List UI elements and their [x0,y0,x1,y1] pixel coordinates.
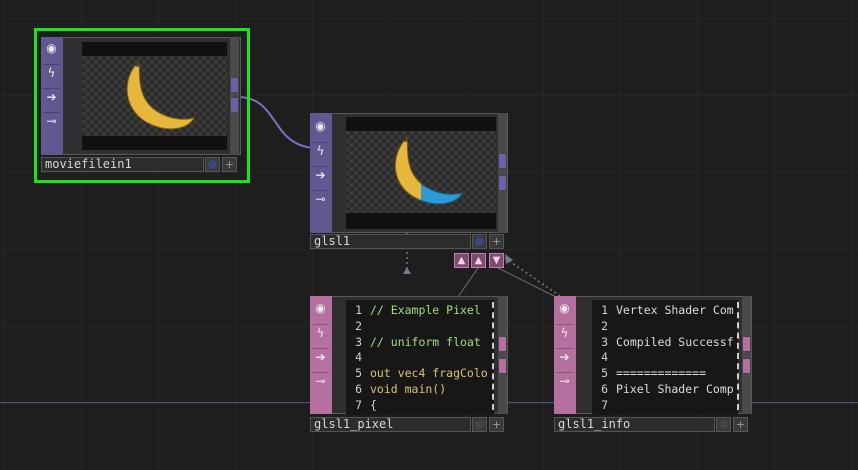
info-viewer: 1 Vertex Shader Com 2 3 Compiled Successf 4 5 =… [592,300,738,415]
wire-info-dock [504,257,561,297]
viewer-icon[interactable]: ◉ [556,300,573,317]
line-number: 6 [601,381,608,396]
viewer-icon[interactable]: ◉ [312,118,329,135]
display-flag-button[interactable] [205,157,220,172]
line-number: 5 [355,366,362,381]
node-flags-strip: ◉ ϟ ➔ ⊸ [41,37,63,155]
code-viewer: 1 // Example Pixel 2 3 // uniform float 4 5 out… [346,300,494,415]
cook-icon[interactable]: ➔ [312,348,329,366]
output-connector[interactable] [498,336,507,352]
line-text: void main() [370,381,447,396]
lock-icon[interactable]: ⊸ [312,372,329,390]
line-number: 1 [601,303,608,317]
output-connector[interactable] [230,97,239,113]
output-connector[interactable] [498,175,507,191]
line-number: 2 [355,318,362,333]
code-line: 4 [592,350,738,366]
bypass-icon[interactable]: ϟ [556,324,573,342]
line-number: 3 [355,334,362,349]
line-number: 4 [355,350,362,365]
viewer-icon[interactable]: ◉ [43,40,60,57]
node-name-label[interactable]: glsl1 [310,234,471,249]
line-text: out vec4 fragColo [370,366,488,381]
line-number: 7 [601,397,608,412]
code-line: 5 ============= [592,366,738,382]
docked-down-icon[interactable]: ▼ [489,253,504,268]
bypass-icon[interactable]: ϟ [43,64,60,82]
line-number: 3 [601,334,608,349]
line-number: 1 [355,303,362,317]
code-line: 5 out vec4 fragColo [346,366,494,382]
node-name-label[interactable]: moviefilein1 [41,157,204,172]
node-flags-strip: ◉ ϟ ➔ ⊸ [554,296,576,414]
node-name-label[interactable]: glsl1_info [554,417,715,432]
link-pixel [457,267,479,298]
cook-icon[interactable]: ➔ [43,88,60,106]
code-line: 6 void main() [346,382,494,398]
line-text: Pixel Shader Comp [616,381,734,396]
line-text: // uniform float [370,334,481,349]
code-line: 2 [592,319,738,335]
display-flag-button[interactable] [472,417,487,432]
node-viewer [82,42,227,150]
line-text: Vertex Shader Com [616,303,734,317]
viewer-icon[interactable]: ◉ [312,300,329,317]
node-flags-strip: ◉ ϟ ➔ ⊸ [310,296,332,414]
output-connector[interactable] [498,358,507,374]
code-line: 7{ [346,398,494,414]
code-line: 7 [592,398,738,414]
output-connector[interactable] [498,153,507,169]
wire-moviefilein-to-glsl [237,96,319,149]
docked-up-icon[interactable]: ▲ [471,253,486,268]
code-line: 1 Vertex Shader Com [592,303,738,319]
output-connector[interactable] [742,358,751,374]
lock-icon[interactable]: ⊸ [312,190,329,208]
line-text: { [370,397,377,412]
display-flag-button[interactable] [716,417,731,432]
line-text: ============= [616,366,707,381]
add-icon[interactable]: + [222,157,237,172]
display-flag-button[interactable] [472,234,487,249]
node-name-label[interactable]: glsl1_pixel [310,417,471,432]
output-connector[interactable] [230,77,239,93]
code-line: 4 [346,350,494,366]
line-text: Compiled Successf [616,334,734,349]
cook-icon[interactable]: ➔ [312,166,329,184]
add-icon[interactable]: + [489,417,504,432]
bypass-icon[interactable]: ϟ [312,142,329,160]
code-line: 2 [346,319,494,335]
line-number: 6 [355,381,362,396]
line-number: 4 [601,350,608,365]
lock-icon[interactable]: ⊸ [556,372,573,390]
node-flags-strip: ◉ ϟ ➔ ⊸ [310,113,332,233]
bypass-icon[interactable]: ϟ [312,324,329,342]
code-line: 1 // Example Pixel [346,303,494,319]
output-connector[interactable] [742,336,751,352]
add-icon[interactable]: + [733,417,748,432]
code-line: 3 // uniform float [346,335,494,351]
node-viewer [346,117,496,229]
add-icon[interactable]: + [489,234,504,249]
code-line: 6 Pixel Shader Comp [592,382,738,398]
line-number: 2 [601,318,608,333]
code-line: 3 Compiled Successf [592,335,738,351]
line-number: 7 [355,397,362,412]
cook-icon[interactable]: ➔ [556,348,573,366]
line-text: // Example Pixel [370,303,481,317]
line-number: 5 [601,366,608,381]
banana-image [126,60,196,130]
banana-image [395,135,463,205]
docked-up-icon[interactable]: ▲ [454,253,469,268]
lock-icon[interactable]: ⊸ [43,112,60,130]
